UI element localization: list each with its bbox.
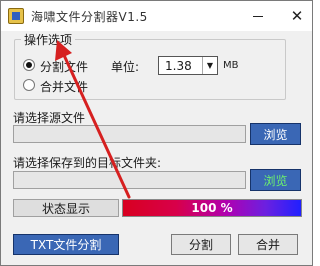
minimize-button[interactable]	[244, 5, 272, 27]
source-browse-button[interactable]: 浏览	[250, 123, 301, 145]
app-window: 海啸文件分割器V1.5 ✕ 操作选项 分割文件 合并文件 单位: 1.38 ▼ …	[0, 0, 313, 266]
status-label: 状态显示	[13, 199, 119, 217]
merge-button[interactable]: 合并	[238, 234, 298, 255]
title-bar: 海啸文件分割器V1.5 ✕	[1, 1, 312, 31]
app-logo-icon	[8, 8, 24, 24]
merge-radio[interactable]	[23, 79, 35, 91]
split-radio[interactable]	[23, 59, 35, 71]
window-title: 海啸文件分割器V1.5	[31, 10, 148, 24]
options-group-label: 操作选项	[21, 31, 76, 48]
unit-label: 单位:	[111, 60, 140, 74]
chevron-down-icon[interactable]: ▼	[202, 57, 217, 74]
progress-bar: 100 %	[122, 199, 302, 217]
source-file-label: 请选择源文件	[13, 111, 86, 125]
close-icon: ✕	[290, 6, 304, 25]
close-button[interactable]: ✕	[283, 5, 311, 27]
unit-suffix: MB	[223, 60, 239, 71]
txt-split-button[interactable]: TXT文件分割	[13, 234, 119, 255]
source-file-field[interactable]	[13, 125, 246, 143]
merge-radio-label[interactable]: 合并文件	[40, 78, 88, 95]
destination-browse-button[interactable]: 浏览	[250, 169, 301, 191]
unit-size-select[interactable]: 1.38 ▼	[158, 56, 218, 75]
minimize-icon	[253, 15, 263, 17]
split-radio-label[interactable]: 分割文件	[40, 58, 88, 75]
destination-folder-field[interactable]	[13, 171, 246, 189]
unit-size-value: 1.38	[165, 59, 192, 73]
destination-folder-label: 请选择保存到的目标文件夹:	[13, 156, 162, 170]
split-button[interactable]: 分割	[171, 234, 231, 255]
progress-text: 100 %	[191, 201, 233, 215]
